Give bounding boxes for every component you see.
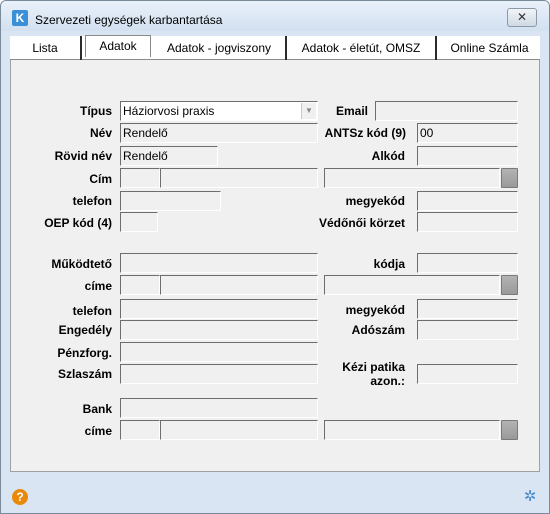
settings-icon[interactable]: ✲ [522,489,538,505]
pharmacy-id-field[interactable] [417,364,518,384]
pharmacy-id-label-line1: Kézi patika [342,360,405,374]
short-name-field[interactable]: Rendelő [120,146,218,166]
subcode-field[interactable] [417,146,518,166]
name-field[interactable]: Rendelő [120,123,318,143]
type-select-value: Háziorvosi praxis [123,104,215,118]
bank-address-lookup-button[interactable] [501,420,518,440]
address-lookup-button[interactable] [501,168,518,188]
county-code-field[interactable] [417,191,518,211]
email-label: Email [335,104,368,118]
title-bar[interactable]: K Szervezeti egységek karbantartása ✕ [1,1,549,31]
address-zip-field[interactable] [120,168,160,188]
dialog-window: K Szervezeti egységek karbantartása ✕ Li… [0,0,550,514]
operator-code-label: kódja [373,257,405,271]
address-label: Cím [89,172,112,186]
antsz-code-label: ANTSz kód (9) [324,126,406,140]
email-field[interactable] [375,101,518,121]
chevron-down-icon[interactable]: ▼ [301,103,316,119]
tab-content-adatok: Típus Háziorvosi praxis ▼ Email Név Rend… [10,60,540,472]
county-code-label: megyekód [345,194,405,208]
tab-bar: Lista Adatok Adatok - jogviszony Adatok … [10,35,540,60]
nurse-district-field[interactable] [417,212,518,232]
tax-number-field[interactable] [417,320,518,340]
status-bar: ? ✲ [1,481,549,513]
close-icon: ✕ [516,10,528,24]
short-name-label: Rövid név [54,149,112,163]
close-button[interactable]: ✕ [507,8,537,27]
operator-field[interactable] [120,253,318,273]
operator-address-city-field[interactable] [160,275,318,295]
phone-field[interactable] [120,191,221,211]
type-label: Típus [80,104,112,118]
account-number-field[interactable] [120,364,318,384]
license-field[interactable] [120,320,318,340]
bank-label: Bank [82,402,112,416]
oep-code-field[interactable] [120,212,158,232]
app-icon: K [12,10,28,26]
tab-adatok-jogviszony[interactable]: Adatok - jogviszony [153,36,287,60]
tab-online-szamla[interactable]: Online Számla [439,36,540,60]
bank-address-zip-field[interactable] [120,420,160,440]
operator-phone-field[interactable] [120,299,318,319]
operator-address-lookup-button[interactable] [501,275,518,295]
operator-county-code-field[interactable] [417,299,518,319]
tab-lista[interactable]: Lista [10,36,82,60]
operator-phone-label: telefon [72,304,112,318]
tab-adatok[interactable]: Adatok [85,35,151,57]
help-icon[interactable]: ? [12,489,28,505]
address-city-field[interactable] [160,168,318,188]
nurse-district-label: Védőnői körzet [318,216,405,230]
bank-address-city-field[interactable] [160,420,318,440]
operator-address-label: címe [84,279,112,293]
bank-institution-label: Pénzforg. [57,346,112,360]
operator-label: Működtető [51,257,112,271]
account-number-label: Szlaszám [57,367,112,381]
window-title: Szervezeti egységek karbantartása [35,13,223,27]
bank-institution-field[interactable] [120,342,318,362]
tax-number-label: Adószám [351,323,405,337]
bank-field[interactable] [120,398,318,418]
operator-address-zip-field[interactable] [120,275,160,295]
operator-county-code-label: megyekód [345,303,405,317]
pharmacy-id-label: Kézi patika azon.: [342,360,405,388]
bank-address-street-field[interactable] [324,420,500,440]
license-label: Engedély [58,323,112,337]
type-select[interactable]: Háziorvosi praxis ▼ [120,101,318,121]
pharmacy-id-label-line2: azon.: [370,374,405,388]
antsz-code-field[interactable]: 00 [417,123,518,143]
phone-label: telefon [72,194,112,208]
bank-address-label: címe [84,424,112,438]
operator-code-field[interactable] [417,253,518,273]
subcode-label: Alkód [371,149,405,163]
address-street-field[interactable] [324,168,500,188]
name-label: Név [89,126,112,140]
operator-address-street-field[interactable] [324,275,500,295]
tab-adatok-eletut-omsz[interactable]: Adatok - életút, OMSZ [287,36,437,60]
oep-code-label: OEP kód (4) [44,216,112,230]
